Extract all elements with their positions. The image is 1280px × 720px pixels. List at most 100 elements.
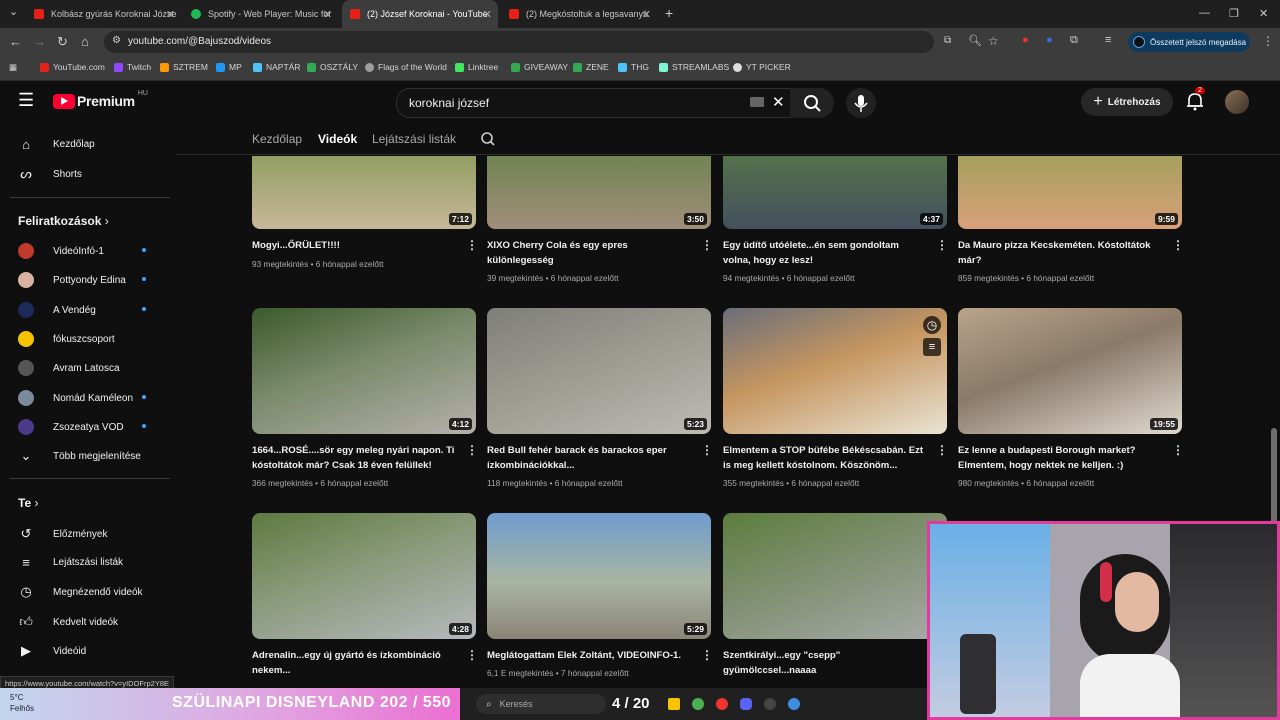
sidebar-item-liked[interactable]: 👍︎ Kedvelt videók xyxy=(18,614,118,630)
add-to-queue-icon[interactable]: ≡ xyxy=(923,338,941,356)
video-title[interactable]: Mogyi...ŐRÜLET!!!! xyxy=(252,238,457,253)
subscription-item[interactable]: Avram Latosca xyxy=(18,360,120,376)
tab-videos[interactable]: Videók xyxy=(318,132,357,146)
video-thumbnail[interactable] xyxy=(723,513,947,639)
obs-icon[interactable] xyxy=(764,698,776,710)
video-thumbnail[interactable]: 19:55 xyxy=(958,308,1182,434)
subscription-item[interactable]: fókuszcsoport xyxy=(18,331,115,347)
more-actions-icon[interactable]: ⋮ xyxy=(701,648,713,662)
subscription-item[interactable]: VideóInfó-1 xyxy=(18,243,146,259)
more-actions-icon[interactable]: ⋮ xyxy=(466,648,478,662)
video-thumbnail[interactable]: 5:29 xyxy=(487,513,711,639)
address-bar[interactable]: ⚙ youtube.com/@Bajuszod/videos ⧉ xyxy=(104,31,951,53)
subscription-item[interactable]: Pottyondy Edina xyxy=(18,272,146,288)
opera-icon[interactable] xyxy=(716,698,728,710)
browser-tab[interactable]: (2) Megkóstoltuk a legsavanyú ✕ xyxy=(501,0,657,28)
page-scrollbar[interactable] xyxy=(1271,428,1277,528)
bookmark-item[interactable]: Twitch xyxy=(114,62,151,72)
tab-close-icon[interactable]: ✕ xyxy=(642,8,651,21)
bookmark-item[interactable]: THG xyxy=(618,62,649,72)
sidebar-item-shorts[interactable]: ᔕ Shorts xyxy=(18,166,82,182)
more-actions-icon[interactable]: ⋮ xyxy=(466,443,478,457)
guide-menu-icon[interactable]: ☰ xyxy=(18,90,34,111)
chrome-icon[interactable] xyxy=(692,698,704,710)
clear-search-icon[interactable]: ✕ xyxy=(772,93,785,111)
voice-search-button[interactable] xyxy=(846,88,876,118)
you-header[interactable]: Te › xyxy=(18,496,38,510)
subscriptions-header[interactable]: Feliratkozások › xyxy=(18,214,109,228)
tab-search-icon[interactable]: ⌄ xyxy=(9,5,18,18)
notifications-button[interactable]: 2 xyxy=(1185,87,1205,117)
watch-later-icon[interactable]: ◷ xyxy=(923,316,941,334)
discord-icon[interactable] xyxy=(740,698,752,710)
apps-grid-icon[interactable]: ▦ xyxy=(9,62,17,73)
more-actions-icon[interactable]: ⋮ xyxy=(936,443,948,457)
video-title[interactable]: XIXO Cherry Cola és egy epres különleges… xyxy=(487,238,692,268)
tab-close-icon[interactable]: ✕ xyxy=(483,8,492,21)
video-title[interactable]: Red Bull fehér barack és barackos eper í… xyxy=(487,443,692,473)
new-tab-icon[interactable]: + xyxy=(665,5,673,21)
keyboard-icon[interactable] xyxy=(750,97,764,107)
tab-home[interactable]: Kezdőlap xyxy=(252,132,302,146)
subscription-item[interactable]: Nomád Kaméleon xyxy=(18,390,146,406)
more-actions-icon[interactable]: ⋮ xyxy=(701,238,713,252)
bookmark-item[interactable]: STREAMLABS xyxy=(659,62,729,72)
more-actions-icon[interactable]: ⋮ xyxy=(1172,443,1184,457)
video-title[interactable]: Szentkirályi...egy "csepp" gyümölccsel..… xyxy=(723,648,928,678)
sidebar-item-your-videos[interactable]: ▶ Videóid xyxy=(18,643,86,659)
video-title[interactable]: Egy üdítő utóélete...én sem gondoltam vo… xyxy=(723,238,928,268)
back-icon[interactable]: ← xyxy=(9,34,22,49)
bookmark-item[interactable]: YT PICKER xyxy=(733,62,791,72)
browser-tab-active[interactable]: (2) József Koroknai - YouTube ✕ xyxy=(342,0,498,28)
video-title[interactable]: Meglátogattam Elek Zoltánt, VIDEOINFO-1. xyxy=(487,648,692,663)
home-icon[interactable]: ⌂ xyxy=(81,34,89,49)
tab-close-icon[interactable]: ✕ xyxy=(166,8,175,21)
sidebar-item-home[interactable]: ⌂ Kezdőlap xyxy=(18,137,95,152)
more-actions-icon[interactable]: ⋮ xyxy=(466,238,478,252)
reading-list-icon[interactable]: ≡ xyxy=(1105,34,1111,46)
file-explorer-icon[interactable] xyxy=(668,698,680,710)
password-suggestion-button[interactable]: Összetett jelszó megadása xyxy=(1128,32,1250,52)
video-thumbnail[interactable]: ◷ ≡ xyxy=(723,308,947,434)
zoom-icon[interactable]: 🔍︎ xyxy=(968,34,982,47)
restore-icon[interactable]: ❐ xyxy=(1229,7,1239,20)
bookmark-item[interactable]: NAPTÁR xyxy=(253,62,300,72)
tab-playlists[interactable]: Lejátszási listák xyxy=(372,132,456,146)
more-actions-icon[interactable]: ⋮ xyxy=(701,443,713,457)
extension-icon[interactable]: ● xyxy=(1022,34,1029,46)
video-title[interactable]: Adrenalin...egy új gyártó és ízkombináci… xyxy=(252,648,457,678)
bookmark-item[interactable]: MP xyxy=(216,62,242,72)
video-title[interactable]: Elmentem a STOP büfébe Békéscsabán. Ezt … xyxy=(723,443,928,473)
sidebar-item-watch-later[interactable]: ◷ Megnézendő videók xyxy=(18,584,142,600)
minimize-icon[interactable]: — xyxy=(1199,7,1210,19)
bookmark-item[interactable]: YouTube.com xyxy=(40,62,105,72)
video-thumbnail[interactable]: 4:12 xyxy=(252,308,476,434)
bookmark-item[interactable]: ZENE xyxy=(573,62,609,72)
channel-search-icon[interactable] xyxy=(480,131,496,147)
tab-close-icon[interactable]: ✕ xyxy=(323,8,332,21)
extensions-puzzle-icon[interactable]: ⧉ xyxy=(1070,34,1078,47)
bookmark-item[interactable]: SZTREM xyxy=(160,62,208,72)
subscription-item[interactable]: Zsozeatya VOD xyxy=(18,419,146,435)
install-app-icon[interactable]: ⧉ xyxy=(944,35,951,46)
close-window-icon[interactable]: ✕ xyxy=(1259,7,1268,20)
forward-icon[interactable]: → xyxy=(33,34,46,49)
bookmark-item[interactable]: Linktree xyxy=(455,62,498,72)
bookmark-item[interactable]: OSZTÁLY xyxy=(307,62,358,72)
site-info-icon[interactable]: ⚙ xyxy=(112,35,121,46)
show-more-button[interactable]: ⌄ Több megjelenítése xyxy=(18,448,141,464)
video-thumbnail[interactable]: 5:23 xyxy=(487,308,711,434)
app-icon[interactable] xyxy=(788,698,800,710)
bookmark-star-icon[interactable]: ☆ xyxy=(988,34,999,48)
youtube-logo[interactable]: Premium HU xyxy=(53,90,148,109)
video-title[interactable]: 1664...ROSÉ....sör egy meleg nyári napon… xyxy=(252,443,457,473)
video-title[interactable]: Da Mauro pizza Kecskeméten. Kóstoltátok … xyxy=(958,238,1163,268)
account-avatar[interactable] xyxy=(1225,90,1249,114)
video-title[interactable]: Ez lenne a budapesti Borough market? Elm… xyxy=(958,443,1163,473)
search-input[interactable]: koroknai józsef xyxy=(409,96,489,110)
search-box[interactable]: koroknai józsef ✕ xyxy=(396,88,798,118)
sidebar-item-history[interactable]: ↺ Előzmények xyxy=(18,526,108,542)
reload-icon[interactable]: ↻ xyxy=(57,34,68,50)
sidebar-item-playlists[interactable]: ≡ Lejátszási listák xyxy=(18,555,123,570)
extension-icon[interactable]: ● xyxy=(1046,34,1053,46)
